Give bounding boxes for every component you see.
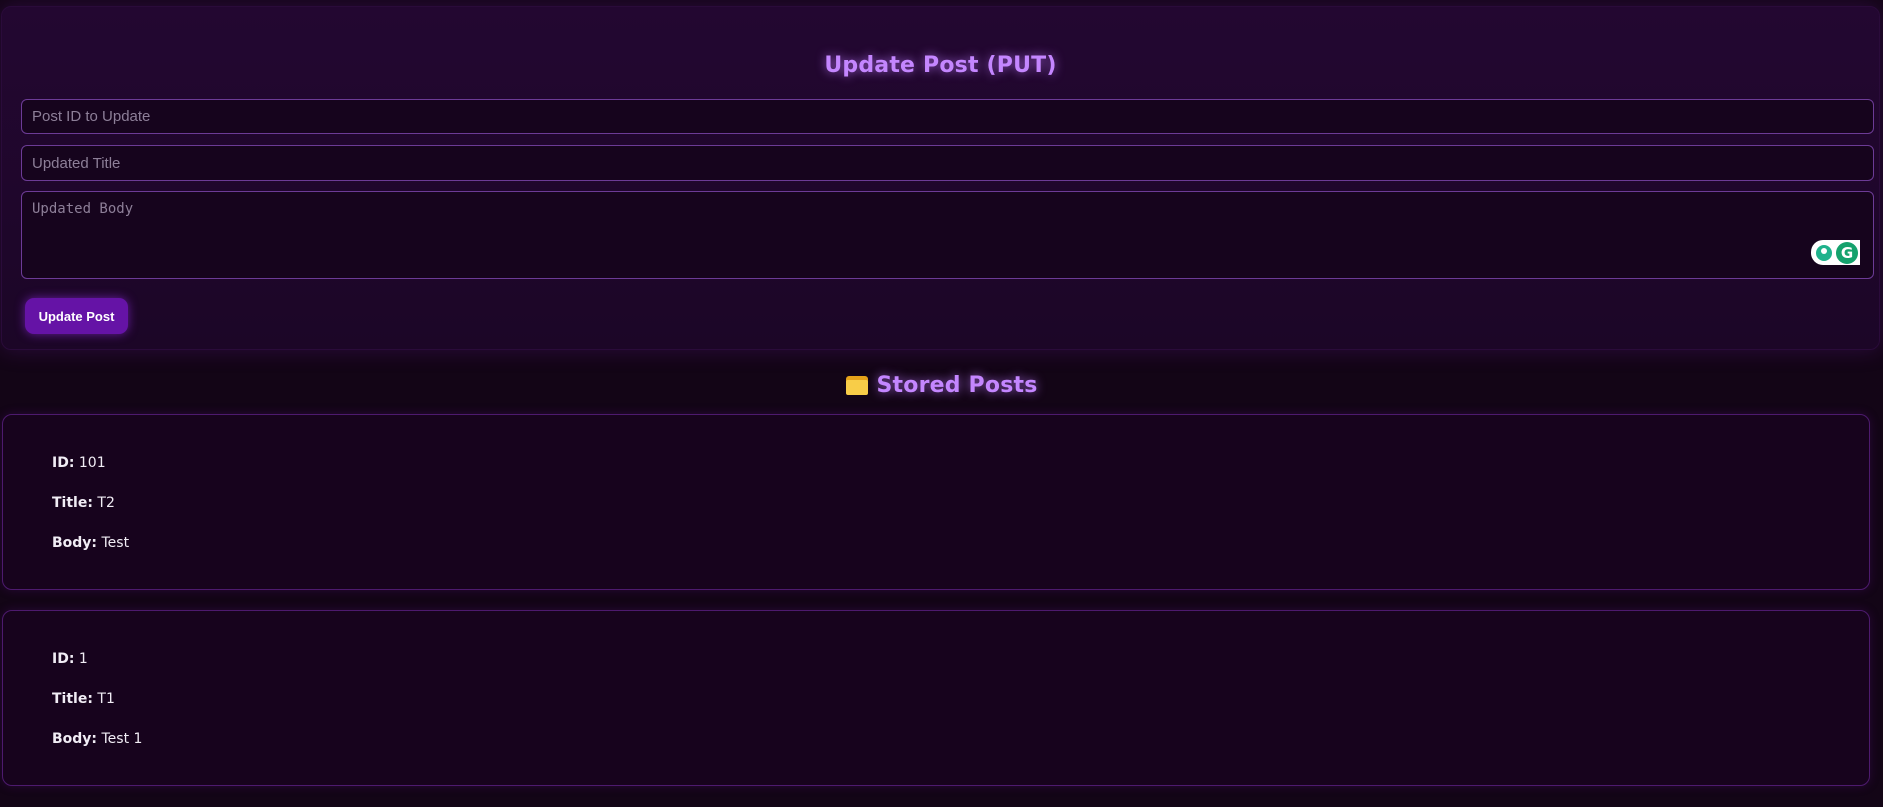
update-post-button[interactable]: Update Post — [25, 298, 128, 334]
post-body-line: Body: Test 1 — [52, 731, 142, 747]
post-body-value: Test — [101, 535, 130, 551]
stored-posts-heading-text: Stored Posts — [876, 372, 1038, 398]
post-body-value: Test 1 — [101, 731, 143, 747]
post-id-label: ID: — [52, 455, 75, 471]
post-id-value: 101 — [78, 455, 106, 471]
post-title-label: Title: — [52, 691, 93, 707]
updated-body-textarea[interactable] — [21, 191, 1874, 279]
post-body-label: Body: — [52, 731, 98, 747]
update-post-heading: Update Post (PUT) — [824, 53, 1057, 78]
post-id-label: ID: — [52, 651, 75, 667]
stored-posts-heading: Stored Posts — [0, 369, 1883, 401]
post-title-value: T1 — [97, 691, 115, 707]
post-card: ID: 1 Title: T1 Body: Test 1 — [2, 610, 1870, 786]
updated-title-input[interactable] — [21, 145, 1874, 181]
post-title-line: Title: T2 — [52, 495, 115, 511]
post-id-line: ID: 1 — [52, 651, 88, 667]
post-title-value: T2 — [97, 495, 115, 511]
lightbulb-icon[interactable] — [1816, 244, 1832, 261]
folder-icon — [845, 375, 868, 395]
post-card: ID: 101 Title: T2 Body: Test — [2, 414, 1870, 590]
post-id-value: 1 — [78, 651, 88, 667]
post-id-line: ID: 101 — [52, 455, 106, 471]
update-post-card: Update Post (PUT) G Update Post — [1, 6, 1880, 350]
post-body-line: Body: Test — [52, 535, 129, 551]
grammar-g-icon[interactable]: G — [1836, 241, 1858, 264]
post-title-label: Title: — [52, 495, 93, 511]
grammar-assistant-widget[interactable]: G — [1811, 240, 1860, 265]
post-title-line: Title: T1 — [52, 691, 115, 707]
post-body-label: Body: — [52, 535, 98, 551]
post-id-input[interactable] — [21, 99, 1874, 134]
page: Update Post (PUT) G Update Post Stored P… — [0, 0, 1883, 807]
